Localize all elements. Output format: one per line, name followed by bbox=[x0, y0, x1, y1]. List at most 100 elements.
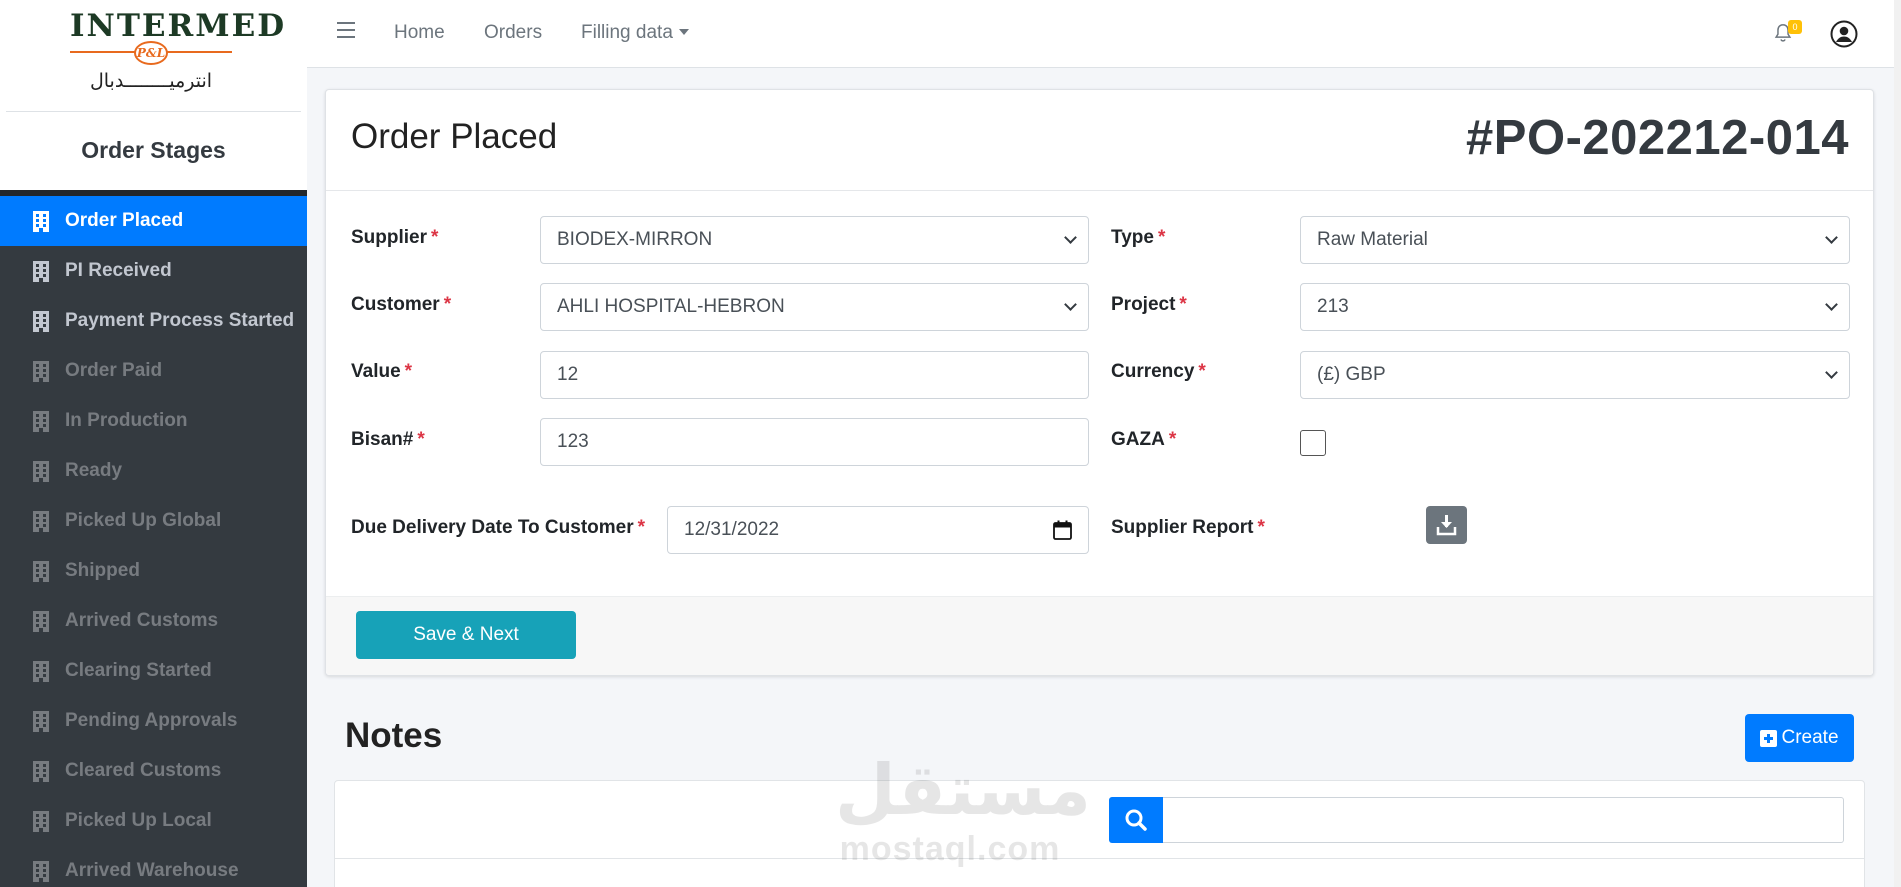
bisan-input-text: 123 bbox=[557, 431, 589, 452]
currency-label: Currency * bbox=[1111, 361, 1206, 383]
nav-dropdown-filling-data[interactable]: Filling data bbox=[581, 22, 689, 44]
customer-label-text: Customer bbox=[351, 294, 440, 315]
currency-label-text: Currency bbox=[1111, 361, 1195, 382]
supplier-report-label: Supplier Report * bbox=[1111, 517, 1265, 539]
building-icon bbox=[33, 611, 49, 632]
sidebar-item-cleared-customs[interactable]: Cleared Customs bbox=[0, 746, 307, 796]
type-select[interactable]: Raw Material bbox=[1300, 216, 1850, 264]
building-icon bbox=[33, 761, 49, 782]
sidebar-item-picked-up-global[interactable]: Picked Up Global bbox=[0, 496, 307, 546]
sidebar-item-label: PI Received bbox=[65, 260, 172, 281]
card-footer: Save & Next bbox=[326, 596, 1873, 675]
sidebar-item-label: Order Placed bbox=[65, 210, 184, 231]
sidebar-item-label: Cleared Customs bbox=[65, 760, 222, 781]
sidebar-item-order-placed[interactable]: Order Placed bbox=[0, 196, 307, 246]
currency-value: (£) GBP bbox=[1317, 364, 1386, 385]
value-label-text: Value bbox=[351, 361, 401, 382]
supplier-report-download-button[interactable] bbox=[1426, 506, 1467, 544]
project-value: 213 bbox=[1317, 296, 1349, 317]
sidebar: INTERMED P&L انترميــــــــدبال Order St… bbox=[0, 0, 307, 887]
search-button[interactable] bbox=[1109, 797, 1163, 843]
sidebar-item-ready[interactable]: Ready bbox=[0, 446, 307, 496]
sidebar-item-pending-approvals[interactable]: Pending Approvals bbox=[0, 696, 307, 746]
sidebar-item-picked-up-local[interactable]: Picked Up Local bbox=[0, 796, 307, 846]
search-icon bbox=[1125, 809, 1147, 831]
building-icon bbox=[33, 361, 49, 382]
gaza-label: GAZA * bbox=[1111, 429, 1176, 451]
page-scrollbar[interactable] bbox=[1894, 0, 1901, 887]
sidebar-item-in-production[interactable]: In Production bbox=[0, 396, 307, 446]
required-mark: * bbox=[637, 517, 646, 538]
logo-text: INTERMED bbox=[70, 8, 287, 44]
building-icon bbox=[33, 811, 49, 832]
customer-select[interactable]: AHLI HOSPITAL-HEBRON bbox=[540, 283, 1089, 331]
customer-value: AHLI HOSPITAL-HEBRON bbox=[557, 296, 785, 317]
user-account-icon[interactable] bbox=[1830, 20, 1858, 48]
sidebar-item-arrived-customs[interactable]: Arrived Customs bbox=[0, 596, 307, 646]
required-mark: * bbox=[1257, 517, 1265, 538]
sidebar-item-label: Payment Process Started bbox=[65, 310, 295, 331]
hamburger-menu-icon[interactable] bbox=[337, 22, 355, 42]
notes-search-input[interactable] bbox=[1163, 797, 1844, 843]
sidebar-item-arrived-warehouse[interactable]: Arrived Warehouse bbox=[0, 846, 307, 887]
value-input[interactable]: 12 bbox=[540, 351, 1089, 399]
sidebar-divider bbox=[6, 111, 301, 112]
logo-emblem: P&L bbox=[134, 41, 168, 65]
sidebar-item-label: Arrived Warehouse bbox=[65, 860, 239, 881]
supplier-select[interactable]: BIODEX-MIRRON bbox=[540, 216, 1089, 264]
building-icon bbox=[33, 661, 49, 682]
top-navbar: Home Orders Filling data 0 bbox=[307, 0, 1894, 68]
create-note-button[interactable]: Create bbox=[1745, 714, 1854, 762]
nav-link-orders[interactable]: Orders bbox=[484, 22, 542, 44]
chevron-down-icon bbox=[1064, 298, 1077, 311]
required-mark: * bbox=[431, 227, 439, 248]
currency-select[interactable]: (£) GBP bbox=[1300, 351, 1850, 399]
building-icon bbox=[33, 261, 49, 282]
value-label: Value * bbox=[351, 361, 412, 383]
building-icon bbox=[33, 561, 49, 582]
gaza-checkbox[interactable] bbox=[1300, 430, 1326, 456]
supplier-label: Supplier * bbox=[351, 227, 438, 249]
sidebar-item-clearing-started[interactable]: Clearing Started bbox=[0, 646, 307, 696]
project-select[interactable]: 213 bbox=[1300, 283, 1850, 331]
required-mark: * bbox=[1179, 294, 1187, 315]
bisan-input[interactable]: 123 bbox=[540, 418, 1089, 466]
chevron-down-icon bbox=[1064, 231, 1077, 244]
sidebar-item-label: Shipped bbox=[65, 560, 140, 581]
sidebar-item-pi-received[interactable]: PI Received bbox=[0, 246, 307, 296]
sidebar-title: Order Stages bbox=[81, 137, 226, 163]
card-header: Order Placed #PO-202212-014 bbox=[326, 90, 1873, 191]
sidebar-item-label: Clearing Started bbox=[65, 660, 212, 681]
download-icon bbox=[1436, 515, 1457, 536]
notification-badge: 0 bbox=[1788, 20, 1802, 34]
building-icon bbox=[33, 461, 49, 482]
nav-link-home[interactable]: Home bbox=[394, 22, 445, 44]
required-mark: * bbox=[1168, 429, 1177, 450]
building-icon bbox=[33, 211, 49, 232]
sidebar-item-label: Picked Up Local bbox=[65, 810, 212, 831]
sidebar-brand: INTERMED P&L انترميــــــــدبال Order St… bbox=[0, 0, 307, 190]
plus-square-icon bbox=[1760, 729, 1778, 747]
project-label-text: Project bbox=[1111, 294, 1176, 315]
value-input-text: 12 bbox=[557, 364, 579, 385]
brand-logo[interactable]: INTERMED P&L انترميــــــــدبال bbox=[0, 0, 307, 112]
chevron-down-icon bbox=[1825, 298, 1838, 311]
sidebar-item-order-paid[interactable]: Order Paid bbox=[0, 346, 307, 396]
sidebar-item-shipped[interactable]: Shipped bbox=[0, 546, 307, 596]
type-label-text: Type bbox=[1111, 227, 1154, 248]
calendar-icon[interactable] bbox=[1053, 520, 1072, 540]
building-icon bbox=[33, 311, 49, 332]
notes-title: Notes bbox=[345, 716, 443, 755]
due-date-input[interactable]: 12/31/2022 bbox=[667, 506, 1089, 554]
save-next-button[interactable]: Save & Next bbox=[356, 611, 576, 659]
project-label: Project * bbox=[1111, 294, 1187, 316]
due-date-label: Due Delivery Date To Customer * bbox=[351, 517, 645, 539]
building-icon bbox=[33, 711, 49, 732]
sidebar-item-payment-process-started[interactable]: Payment Process Started bbox=[0, 296, 307, 346]
caret-down-icon bbox=[678, 29, 689, 35]
notes-card bbox=[334, 780, 1865, 887]
nav-dropdown-label: Filling data bbox=[581, 22, 673, 43]
gaza-label-text: GAZA bbox=[1111, 429, 1165, 450]
building-icon bbox=[33, 511, 49, 532]
bisan-label: Bisan# * bbox=[351, 429, 425, 451]
